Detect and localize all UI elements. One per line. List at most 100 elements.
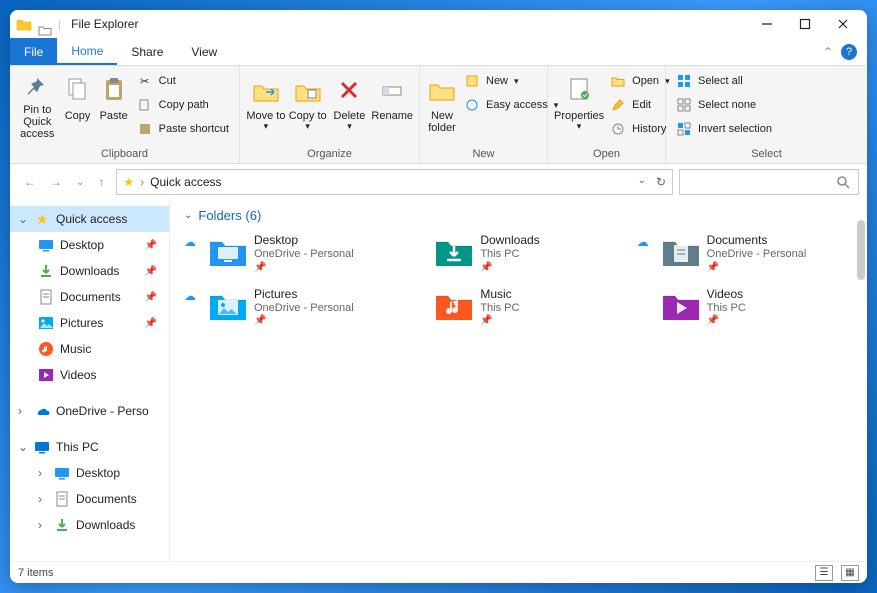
back-button[interactable]: ← bbox=[24, 175, 36, 189]
move-to-button[interactable]: Move to▾ bbox=[246, 70, 286, 140]
thumbnails-view-button[interactable]: ▦ bbox=[841, 565, 859, 581]
content-pane: ⌄ Folders (6) ☁ Desktop OneDrive - Perso… bbox=[170, 200, 867, 561]
history-button[interactable]: History bbox=[606, 118, 673, 140]
folders-section-header[interactable]: ⌄ Folders (6) bbox=[184, 208, 853, 223]
tab-share[interactable]: Share bbox=[117, 38, 177, 65]
refresh-button[interactable]: ↻ bbox=[656, 175, 666, 189]
folder-name: Documents bbox=[707, 233, 807, 247]
invert-selection-button[interactable]: Invert selection bbox=[672, 118, 776, 140]
folder-item-downloads[interactable]: Downloads This PC 📌 bbox=[410, 233, 626, 273]
sidebar-item-pc-downloads[interactable]: ›Downloads bbox=[10, 512, 169, 538]
maximize-button[interactable] bbox=[797, 16, 813, 32]
edit-button[interactable]: Edit bbox=[606, 94, 673, 116]
properties-icon bbox=[563, 74, 595, 106]
desktop-icon bbox=[54, 465, 70, 481]
folder-item-videos[interactable]: Videos This PC 📌 bbox=[637, 287, 853, 327]
paste-shortcut-button[interactable]: Paste shortcut bbox=[133, 118, 233, 140]
copy-button[interactable]: Copy bbox=[61, 70, 95, 140]
rename-button[interactable]: Rename bbox=[371, 70, 413, 140]
star-icon: ★ bbox=[34, 211, 50, 227]
chevron-right-icon: › bbox=[38, 466, 48, 480]
details-view-button[interactable]: ☰ bbox=[815, 565, 833, 581]
scissors-icon: ✂ bbox=[137, 73, 153, 89]
folder-icon bbox=[659, 287, 699, 323]
cut-button[interactable]: ✂Cut bbox=[133, 70, 233, 92]
titlebar: ▾ | File Explorer bbox=[10, 10, 867, 38]
paste-shortcut-icon bbox=[137, 121, 153, 137]
new-item-button[interactable]: New ▾ bbox=[460, 70, 562, 92]
copy-path-icon bbox=[137, 97, 153, 113]
new-folder-button[interactable]: New folder bbox=[426, 70, 458, 140]
sidebar-item-videos[interactable]: Videos bbox=[10, 362, 169, 388]
sidebar-item-quick-access[interactable]: ⌄★Quick access bbox=[10, 206, 169, 232]
close-button[interactable] bbox=[835, 16, 851, 32]
copy-path-button[interactable]: Copy path bbox=[133, 94, 233, 116]
paste-button[interactable]: Paste bbox=[97, 70, 131, 140]
sidebar-item-onedrive[interactable]: ›OneDrive - Perso bbox=[10, 398, 169, 424]
folder-location: This PC bbox=[480, 247, 539, 261]
onedrive-icon bbox=[34, 403, 50, 419]
folder-name: Desktop bbox=[254, 233, 354, 247]
sidebar-item-pictures[interactable]: Pictures📌 bbox=[10, 310, 169, 336]
folder-icon bbox=[432, 233, 472, 269]
qat-newfolder-icon[interactable] bbox=[38, 24, 52, 36]
folder-item-music[interactable]: Music This PC 📌 bbox=[410, 287, 626, 327]
folder-icon bbox=[432, 287, 472, 323]
minimize-button[interactable] bbox=[759, 16, 775, 32]
copy-icon bbox=[62, 74, 94, 106]
file-menu-button[interactable]: File bbox=[10, 38, 57, 65]
folder-icon bbox=[206, 233, 246, 269]
sidebar-item-downloads[interactable]: Downloads📌 bbox=[10, 258, 169, 284]
chevron-down-icon: ⌄ bbox=[18, 440, 28, 454]
tab-home[interactable]: Home bbox=[57, 38, 117, 65]
select-all-button[interactable]: Select all bbox=[672, 70, 776, 92]
folder-name: Music bbox=[480, 287, 519, 301]
new-folder-icon bbox=[426, 74, 458, 106]
scrollbar[interactable] bbox=[857, 220, 865, 280]
delete-icon bbox=[333, 74, 365, 106]
folder-location: This PC bbox=[707, 301, 746, 315]
cloud-icon bbox=[410, 233, 424, 235]
folder-item-desktop[interactable]: ☁ Desktop OneDrive - Personal 📌 bbox=[184, 233, 400, 273]
search-input[interactable] bbox=[679, 169, 859, 195]
sidebar-item-pc-desktop[interactable]: ›Desktop bbox=[10, 460, 169, 486]
folder-item-pictures[interactable]: ☁ Pictures OneDrive - Personal 📌 bbox=[184, 287, 400, 327]
sidebar-item-music[interactable]: Music bbox=[10, 336, 169, 362]
tab-view[interactable]: View bbox=[177, 38, 231, 65]
status-bar: 7 items ☰ ▦ bbox=[10, 561, 867, 583]
properties-button[interactable]: Properties▾ bbox=[554, 70, 604, 140]
folder-name: Videos bbox=[707, 287, 746, 301]
ribbon-group-new: New folder New ▾ Easy access ▾ New bbox=[420, 66, 548, 163]
recent-dropdown[interactable]: ⌄ bbox=[76, 177, 84, 188]
up-button[interactable]: ↑ bbox=[98, 175, 104, 189]
folder-location: OneDrive - Personal bbox=[254, 247, 354, 261]
help-button[interactable]: ? bbox=[841, 44, 857, 60]
open-button[interactable]: Open ▾ bbox=[606, 70, 673, 92]
document-icon bbox=[38, 289, 54, 305]
ribbon-collapse-icon[interactable]: ⌃ bbox=[823, 45, 833, 59]
delete-button[interactable]: Delete▾ bbox=[330, 70, 370, 140]
address-bar[interactable]: ★ › Quick access ⌄ ↻ bbox=[116, 169, 673, 195]
easy-access-button[interactable]: Easy access ▾ bbox=[460, 94, 562, 116]
sidebar-item-desktop[interactable]: Desktop📌 bbox=[10, 232, 169, 258]
pin-icon: 📌 bbox=[145, 240, 163, 251]
move-to-icon bbox=[250, 74, 282, 106]
folder-name: Pictures bbox=[254, 287, 354, 301]
select-none-button[interactable]: Select none bbox=[672, 94, 776, 116]
pin-icon: 📌 bbox=[707, 315, 746, 326]
ribbon-group-clipboard: Pin to Quick access Copy Paste ✂Cut Copy… bbox=[10, 66, 240, 163]
sidebar-item-pc-documents[interactable]: ›Documents bbox=[10, 486, 169, 512]
pin-icon: 📌 bbox=[707, 262, 807, 273]
select-none-icon bbox=[676, 97, 692, 113]
ribbon: Pin to Quick access Copy Paste ✂Cut Copy… bbox=[10, 66, 867, 164]
address-dropdown-icon[interactable]: ⌄ bbox=[638, 175, 646, 189]
sidebar-item-this-pc[interactable]: ⌄This PC bbox=[10, 434, 169, 460]
folder-item-documents[interactable]: ☁ Documents OneDrive - Personal 📌 bbox=[637, 233, 853, 273]
sidebar-item-documents[interactable]: Documents📌 bbox=[10, 284, 169, 310]
group-label-organize: Organize bbox=[240, 148, 419, 163]
copy-to-button[interactable]: Copy to▾ bbox=[288, 70, 328, 140]
folder-name: Downloads bbox=[480, 233, 539, 247]
group-label-clipboard: Clipboard bbox=[10, 148, 239, 163]
pin-to-quick-access-button[interactable]: Pin to Quick access bbox=[16, 70, 59, 140]
forward-button[interactable]: → bbox=[50, 175, 62, 189]
